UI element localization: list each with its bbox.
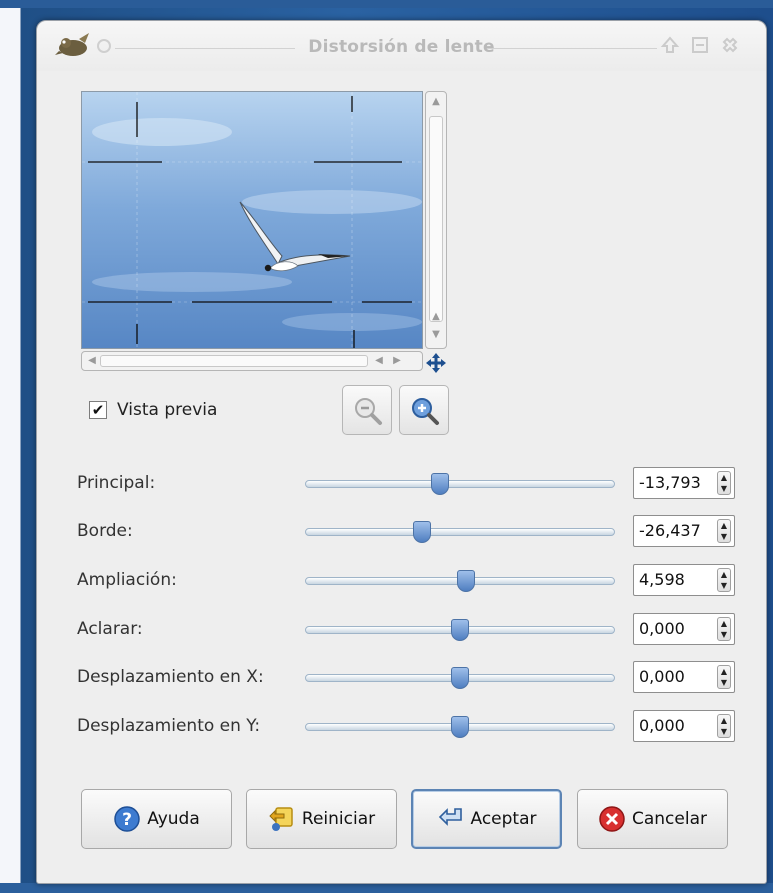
slider-thumb[interactable] [451, 716, 469, 738]
spin-arrows-icon[interactable]: ▲ ▼ [717, 568, 731, 592]
param-row-aclarar: Aclarar: 0,000 ▲ ▼ [77, 613, 737, 647]
scroll-left-small-arrow-icon[interactable]: ◀ [372, 355, 386, 367]
cancel-button-label: Cancelar [632, 809, 707, 829]
preview-vertical-scrollbar[interactable]: ▲ ▲ ▼ [425, 91, 447, 349]
slider-ampliacion[interactable] [305, 570, 615, 592]
spin-value: 0,000 [639, 619, 685, 638]
param-label: Principal: [77, 473, 156, 493]
spinbutton-borde[interactable]: -26,437 ▲ ▼ [633, 515, 735, 547]
svg-text:?: ? [122, 810, 132, 830]
reset-button-label: Reiniciar [301, 809, 376, 829]
desktop-wallpaper-bottom [0, 883, 773, 893]
slider-thumb[interactable] [457, 570, 475, 592]
accept-icon [438, 808, 462, 826]
spin-value: 0,000 [639, 716, 685, 735]
spinbutton-desplazamiento-y[interactable]: 0,000 ▲ ▼ [633, 710, 735, 742]
spin-value: -26,437 [639, 521, 701, 540]
lens-distortion-dialog: Distorsión de lente ▲ ▲ ▼ ◀ ◀ ▶ ✔ Vista … [36, 20, 767, 884]
vertical-scroll-thumb[interactable] [429, 116, 443, 322]
slider-thumb[interactable] [451, 619, 469, 641]
preview-checkbox-label: Vista previa [117, 400, 218, 420]
param-label: Borde: [77, 521, 133, 541]
spin-value: 4,598 [639, 570, 685, 589]
scroll-left-arrow-icon[interactable]: ◀ [85, 355, 99, 367]
scroll-right-arrow-icon[interactable]: ▶ [390, 355, 404, 367]
spin-arrows-icon[interactable]: ▲ ▼ [717, 519, 731, 543]
help-icon: ? [114, 806, 140, 832]
slider-thumb[interactable] [431, 473, 449, 495]
spinbutton-ampliacion[interactable]: 4,598 ▲ ▼ [633, 564, 735, 596]
reset-button[interactable]: Reiniciar [246, 789, 397, 849]
slider-principal[interactable] [305, 473, 615, 495]
horizontal-scroll-thumb[interactable] [100, 355, 368, 367]
help-button-label: Ayuda [147, 809, 200, 829]
zoom-out-icon [355, 398, 382, 425]
preview-checkbox[interactable]: ✔ [89, 401, 107, 419]
preview-checkbox-row[interactable]: ✔ Vista previa [89, 399, 217, 421]
help-button[interactable]: ? Ayuda [81, 789, 232, 849]
spinbutton-aclarar[interactable]: 0,000 ▲ ▼ [633, 613, 735, 645]
param-label: Desplazamiento en Y: [77, 716, 261, 736]
accept-button[interactable]: Aceptar [411, 789, 562, 849]
slider-desplazamiento-y[interactable] [305, 716, 615, 738]
scroll-up-arrow-icon[interactable]: ▲ [429, 95, 443, 109]
slider-desplazamiento-x[interactable] [305, 667, 615, 689]
param-row-principal: Principal: -13,793 ▲ ▼ [77, 467, 737, 501]
accept-button-label: Aceptar [470, 809, 537, 829]
spin-value: -13,793 [639, 473, 701, 492]
zoom-in-icon [412, 398, 439, 425]
spin-arrows-icon[interactable]: ▲ ▼ [717, 665, 731, 689]
navigate-move-icon[interactable] [425, 352, 447, 374]
cancel-icon [599, 806, 625, 832]
param-row-desplazamiento-x: Desplazamiento en X: 0,000 ▲ ▼ [77, 661, 737, 695]
spinbutton-desplazamiento-x[interactable]: 0,000 ▲ ▼ [633, 661, 735, 693]
scroll-up-small-arrow-icon[interactable]: ▲ [429, 310, 443, 324]
preview-horizontal-scrollbar[interactable]: ◀ ◀ ▶ [81, 351, 423, 371]
slider-borde[interactable] [305, 521, 615, 543]
spin-arrows-icon[interactable]: ▲ ▼ [717, 714, 731, 738]
close-icon[interactable] [719, 34, 741, 56]
param-row-borde: Borde: -26,437 ▲ ▼ [77, 515, 737, 549]
keep-above-icon[interactable] [659, 34, 681, 56]
desktop-wallpaper-top [0, 0, 773, 8]
param-label: Desplazamiento en X: [77, 667, 264, 687]
zoom-in-button[interactable] [399, 385, 449, 435]
zoom-out-button[interactable] [342, 385, 392, 435]
param-label: Aclarar: [77, 619, 143, 639]
scroll-down-arrow-icon[interactable]: ▼ [429, 328, 443, 342]
param-row-ampliacion: Ampliación: 4,598 ▲ ▼ [77, 564, 737, 598]
titlebar[interactable]: Distorsión de lente [37, 21, 766, 71]
spin-value: 0,000 [639, 667, 685, 686]
title-divider-right [487, 48, 657, 49]
param-row-desplazamiento-y: Desplazamiento en Y: 0,000 ▲ ▼ [77, 710, 737, 744]
window-title: Distorsión de lente [308, 37, 495, 57]
preview-canvas[interactable] [81, 91, 423, 349]
slider-thumb[interactable] [451, 667, 469, 689]
preview-image [82, 92, 422, 348]
slider-thumb[interactable] [413, 521, 431, 543]
spin-arrows-icon[interactable]: ▲ ▼ [717, 617, 731, 641]
reset-icon [269, 807, 293, 831]
spinbutton-principal[interactable]: -13,793 ▲ ▼ [633, 467, 735, 499]
slider-aclarar[interactable] [305, 619, 615, 641]
cancel-button[interactable]: Cancelar [577, 789, 728, 849]
spin-arrows-icon[interactable]: ▲ ▼ [717, 471, 731, 495]
param-label: Ampliación: [77, 570, 177, 590]
minimize-icon[interactable] [689, 34, 711, 56]
